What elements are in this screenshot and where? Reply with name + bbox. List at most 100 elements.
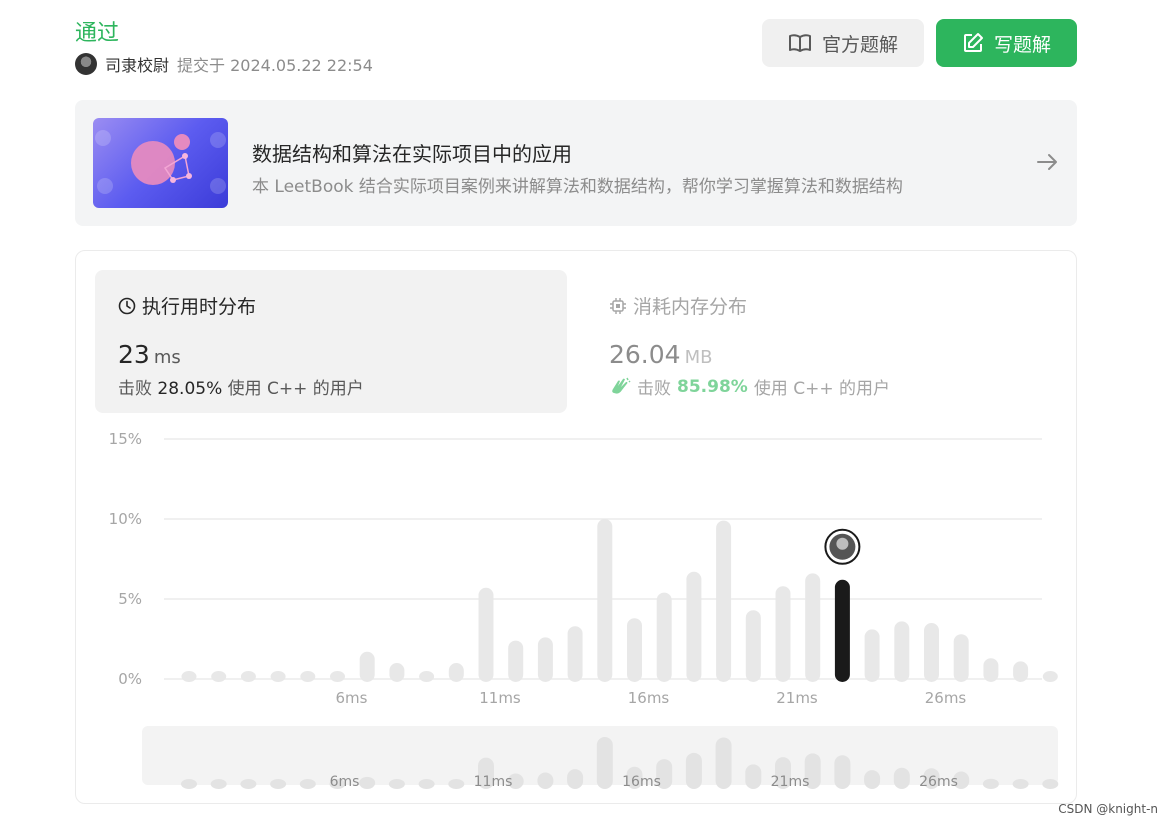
submission-meta: 司隶校尉 提交于 2024.05.22 22:54	[75, 52, 373, 76]
memory-beat-pct: 85.98%	[677, 376, 748, 397]
mini-x-tick-label: 26ms	[919, 774, 958, 790]
y-tick-label: 15%	[109, 430, 142, 448]
write-solution-label: 写题解	[993, 33, 1051, 56]
clock-icon	[118, 297, 136, 314]
bar[interactable]	[1013, 661, 1029, 682]
bar[interactable]	[924, 623, 939, 682]
leetbook-cover-image	[93, 118, 228, 208]
mini-bar	[537, 772, 554, 789]
bar[interactable]	[508, 640, 524, 682]
mini-bar	[834, 755, 851, 789]
mini-x-tick-label: 11ms	[474, 774, 513, 790]
leetbook-description: 本 LeetBook 结合实际项目案例来讲解算法和数据结构，帮你学习掌握算法和数…	[252, 177, 903, 197]
mini-bar	[418, 779, 435, 789]
memory-beat-row: 击败 85.98% 使用 C++ 的用户	[609, 374, 890, 399]
bar[interactable]	[805, 573, 821, 682]
x-tick-label: 16ms	[628, 689, 670, 707]
bar[interactable]	[656, 592, 672, 682]
mini-x-tick-label: 16ms	[622, 774, 661, 790]
clap-icon	[612, 377, 631, 394]
y-tick-label: 10%	[109, 510, 142, 528]
bar[interactable]	[448, 663, 464, 682]
mini-x-tick-label: 21ms	[771, 774, 810, 790]
x-tick-label: 11ms	[479, 689, 521, 707]
runtime-distribution-chart[interactable]: 0% 5% 10% 15% 6ms 11ms 16ms 21ms 26ms 6ms 11ms 16…	[76, 421, 1076, 811]
bar[interactable]	[389, 663, 405, 682]
bar[interactable]	[686, 571, 702, 682]
mini-bar	[210, 779, 227, 789]
mini-bar	[181, 779, 197, 789]
x-tick-label: 26ms	[925, 689, 967, 707]
chip-icon	[610, 297, 626, 314]
bar[interactable]	[330, 671, 345, 682]
mini-bar	[685, 752, 702, 789]
bar[interactable]	[211, 671, 227, 682]
write-solution-button[interactable]: 写题解	[936, 19, 1077, 67]
bar[interactable]	[775, 586, 791, 682]
y-tick-label: 5%	[118, 590, 142, 608]
bar[interactable]	[240, 671, 256, 682]
arrow-right-icon[interactable]	[1035, 150, 1059, 178]
bar[interactable]	[181, 671, 197, 682]
bar[interactable]	[270, 671, 286, 682]
runtime-title: 执行用时分布	[142, 296, 257, 318]
bar[interactable]	[419, 671, 435, 682]
bar[interactable]	[300, 671, 316, 682]
leetbook-card[interactable]: 数据结构和算法在实际项目中的应用 本 LeetBook 结合实际项目案例来讲解算…	[75, 100, 1077, 226]
mini-bar	[448, 779, 465, 789]
x-tick-label: 21ms	[776, 689, 818, 707]
x-tick-label: 6ms	[336, 689, 368, 707]
bar[interactable]	[359, 651, 375, 682]
bar[interactable]	[745, 610, 761, 682]
y-axis-labels: 0% 5% 10% 15%	[109, 430, 142, 688]
memory-beat-prefix: 击败	[637, 379, 671, 399]
bar[interactable]	[983, 658, 999, 682]
distribution-panel: 执行用时分布 23 ms 击败 28.05% 使用 C++ 的用户 消耗内存分布 …	[75, 250, 1077, 804]
mini-bar	[893, 767, 910, 789]
bar[interactable]	[537, 637, 553, 682]
y-tick-label: 0%	[118, 670, 142, 688]
memory-tab[interactable]: 消耗内存分布 26.04 MB 击败 85.98% 使用 C++ 的用户	[609, 270, 1049, 413]
bar[interactable]	[627, 618, 642, 682]
memory-title-row: 消耗内存分布	[609, 292, 747, 319]
submission-status: 通过	[75, 21, 120, 46]
bar[interactable]	[894, 621, 910, 682]
submitted-time: 提交于 2024.05.22 22:54	[177, 56, 373, 75]
memory-value: 26.04	[609, 340, 681, 369]
official-solution-button[interactable]: 官方题解	[762, 19, 924, 67]
runtime-value: 23	[118, 340, 150, 369]
bar[interactable]	[1042, 671, 1058, 682]
mini-x-tick-label: 6ms	[330, 774, 360, 790]
user-avatar-face	[836, 537, 849, 550]
runtime-tab[interactable]: 执行用时分布 23 ms 击败 28.05% 使用 C++ 的用户	[95, 270, 567, 413]
runtime-beat-pct: 28.05%	[157, 379, 223, 399]
book-open-icon	[788, 33, 812, 53]
bar[interactable]	[953, 634, 969, 682]
memory-unit: MB	[684, 347, 713, 368]
mini-bar	[240, 779, 257, 789]
mini-bar	[359, 776, 376, 789]
leetbook-title: 数据结构和算法在实际项目中的应用	[252, 142, 572, 166]
runtime-beat-suffix: 使用 C++ 的用户	[227, 379, 364, 399]
bar[interactable]	[567, 626, 583, 682]
mini-bar	[596, 737, 613, 789]
avatar[interactable]	[75, 53, 97, 75]
mini-bar	[745, 764, 762, 789]
edit-icon	[962, 32, 984, 54]
mini-bar	[864, 770, 881, 789]
bar[interactable]	[597, 519, 613, 682]
runtime-value-row: 23 ms	[118, 340, 181, 369]
mini-bar	[1042, 779, 1059, 789]
bar[interactable]	[716, 520, 732, 682]
runtime-unit: ms	[153, 347, 181, 368]
current-user-marker	[824, 528, 861, 565]
bar[interactable]	[478, 587, 494, 682]
memory-title: 消耗内存分布	[633, 296, 748, 318]
bar-current[interactable]	[834, 579, 850, 682]
mini-bar	[715, 737, 732, 789]
mini-bar	[982, 778, 999, 789]
username[interactable]: 司隶校尉	[105, 52, 169, 76]
mini-bar	[388, 779, 405, 789]
bar[interactable]	[864, 629, 880, 682]
runtime-beat-row: 击败 28.05% 使用 C++ 的用户	[118, 374, 364, 399]
